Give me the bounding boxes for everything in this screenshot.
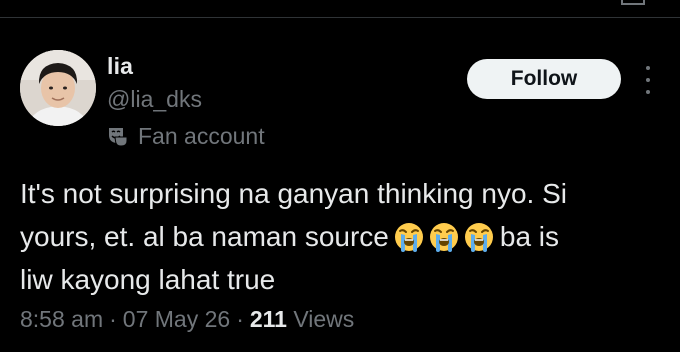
- follow-button[interactable]: Follow: [467, 59, 621, 99]
- views-label[interactable]: Views: [293, 306, 354, 332]
- meta-separator: ·: [236, 306, 244, 332]
- tweet-meta: 8:58 am · 07 May 26 · 211 Views: [20, 306, 354, 333]
- affiliation-label: Fan account: [138, 122, 265, 149]
- tweet-line-2-end: ba is: [499, 221, 560, 252]
- dot: [646, 66, 650, 70]
- tweet-line-1: It's not surprising na ganyan thinking n…: [20, 178, 567, 209]
- share-icon[interactable]: [620, 0, 646, 6]
- avatar[interactable]: [20, 50, 96, 126]
- loudly-crying-face-icon: [393, 221, 425, 253]
- tweet-date[interactable]: 07 May 26: [123, 306, 230, 332]
- loudly-crying-face-icon: [428, 221, 460, 253]
- views-count[interactable]: 211: [250, 306, 287, 332]
- tweet-line-3: liw kayong lahat true: [20, 264, 276, 295]
- top-divider: [0, 17, 680, 18]
- tweet-body: It's not surprising na ganyan thinking n…: [20, 172, 670, 301]
- more-options-icon[interactable]: [641, 64, 655, 96]
- theater-masks-icon: [107, 125, 129, 147]
- loudly-crying-face-icon: [463, 221, 495, 253]
- user-handle[interactable]: @lia_dks: [107, 86, 202, 113]
- meta-separator: ·: [109, 306, 117, 332]
- affiliation-badge: Fan account: [107, 121, 265, 151]
- display-name[interactable]: lia: [107, 53, 133, 80]
- tweet-line-2-text: yours, et. al ba naman source: [20, 221, 389, 252]
- tweet-time[interactable]: 8:58 am: [20, 306, 103, 332]
- emoji-group: [393, 221, 498, 264]
- dot: [646, 90, 650, 94]
- tweet-line-2: yours, et. al ba naman source ba is: [20, 215, 670, 258]
- dot: [646, 78, 650, 82]
